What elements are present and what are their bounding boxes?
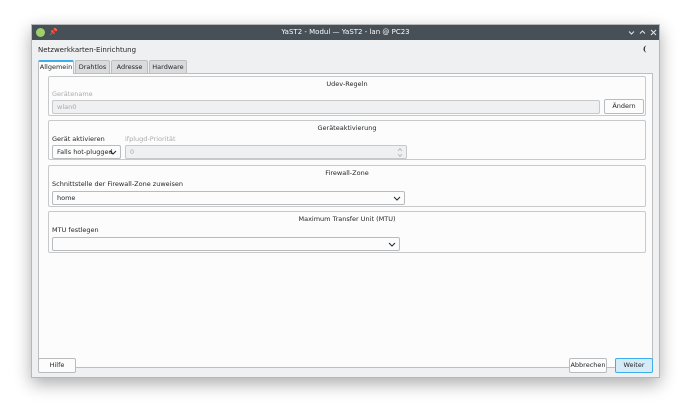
tab-allgemein[interactable]: Allgemein	[38, 60, 74, 74]
firewall-assign-label: Schnittstelle der Firewall-Zone zuweisen	[52, 180, 183, 188]
firewall-zone-select[interactable]: home	[52, 191, 405, 205]
device-activation-group: Geräteaktivierung Gerät aktivieren Falls…	[48, 120, 646, 160]
activate-device-select[interactable]: Falls hot-plugged	[52, 145, 121, 159]
window-title: YaST2 - Modul — YaST2 - lan @ PC23	[281, 28, 410, 36]
window-content: Netzwerkkarten-Einrichtung Allgemein Dra…	[32, 40, 659, 377]
ifplugd-priority-value: 0	[130, 148, 135, 156]
cancel-button[interactable]: Abbrechen	[569, 358, 607, 373]
udev-rules-title: Udev-Regeln	[326, 80, 368, 88]
chevron-down-icon	[109, 150, 117, 155]
tab-drahtlos[interactable]: Drahtlos	[75, 60, 110, 73]
spin-down-icon	[397, 153, 403, 158]
device-activation-title: Geräteaktivierung	[317, 124, 377, 132]
mtu-set-label: MTU festlegen	[52, 226, 99, 234]
udev-rules-group: Udev-Regeln Gerätename wlan0 Ändern	[48, 76, 646, 116]
chevron-down-icon[interactable]	[626, 27, 637, 38]
titlebar[interactable]: 📌 YaST2 - Modul — YaST2 - lan @ PC23	[32, 25, 659, 40]
ifplugd-priority-spinbox: 0	[125, 145, 407, 159]
firewall-zone-title: Firewall-Zone	[325, 169, 369, 177]
close-icon[interactable]	[648, 27, 659, 38]
mtu-group: Maximum Transfer Unit (MTU) MTU festlege…	[48, 211, 646, 253]
firewall-zone-group: Firewall-Zone Schnittstelle der Firewall…	[48, 165, 646, 207]
mtu-combobox[interactable]	[52, 237, 400, 251]
dialog-title: Netzwerkkarten-Einrichtung	[38, 46, 137, 54]
yast-window: 📌 YaST2 - Modul — YaST2 - lan @ PC23 Net…	[31, 24, 660, 378]
change-button[interactable]: Ändern	[604, 99, 644, 114]
help-button[interactable]: Hilfe	[38, 358, 76, 373]
tab-panel-allgemein: Udev-Regeln Gerätename wlan0 Ändern Gerä…	[38, 73, 653, 368]
next-button[interactable]: Weiter	[615, 358, 653, 373]
firewall-zone-value: home	[57, 194, 76, 202]
spin-up-icon	[397, 147, 403, 152]
tab-adresse[interactable]: Adresse	[111, 60, 148, 73]
activate-device-label: Gerät aktivieren	[52, 135, 105, 143]
chevron-up-icon[interactable]	[637, 27, 648, 38]
device-name-field: wlan0	[52, 100, 600, 114]
moon-icon[interactable]	[643, 45, 651, 53]
chevron-down-icon	[393, 196, 401, 201]
ifplugd-priority-label: ifplugd-Priorität	[125, 135, 176, 143]
tab-hardware[interactable]: Hardware	[149, 60, 187, 73]
mtu-title: Maximum Transfer Unit (MTU)	[298, 215, 396, 223]
device-name-label: Gerätename	[52, 90, 93, 98]
chevron-down-icon	[388, 242, 396, 247]
activate-device-value: Falls hot-plugged	[57, 148, 113, 156]
